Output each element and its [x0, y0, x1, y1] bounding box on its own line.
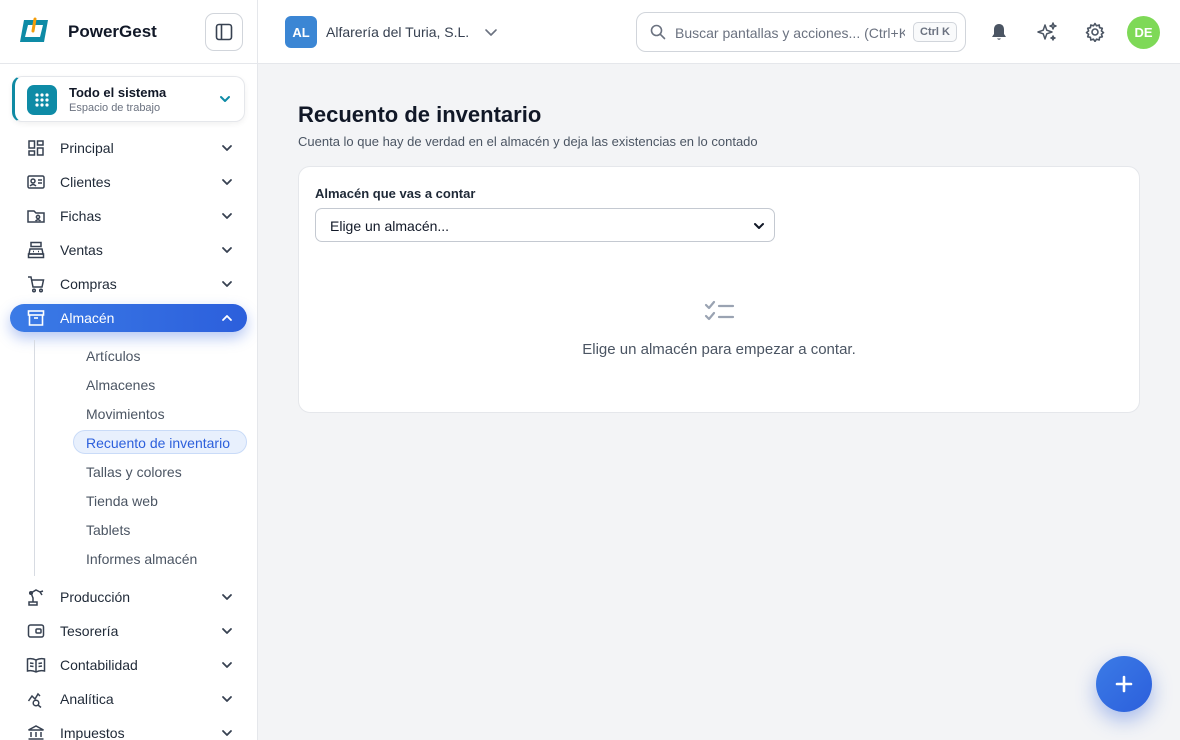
chevron-down-icon [222, 662, 232, 668]
sidebar-item-label: Impuestos [60, 725, 125, 740]
inventory-count-card: Almacén que vas a contar Elige un almacé… [298, 166, 1140, 413]
sidebar-item-tesoreria[interactable]: Tesorería [10, 617, 247, 645]
folder-user-icon [26, 207, 46, 225]
sidebar-panel-icon [215, 23, 233, 41]
sidebar-item-label: Tesorería [60, 623, 119, 639]
subnav-item-recuento-inventario[interactable]: Recuento de inventario [73, 430, 247, 454]
checklist-icon [704, 300, 735, 321]
contact-card-icon [26, 173, 46, 191]
sidebar-item-label: Contabilidad [60, 657, 138, 673]
chevron-down-icon [222, 730, 232, 736]
sidebar-item-produccion[interactable]: Producción [10, 583, 247, 611]
subnav-item-tallas-colores[interactable]: Tallas y colores [73, 459, 247, 483]
sidebar-item-fichas[interactable]: Fichas [10, 202, 247, 230]
chevron-down-icon [222, 628, 232, 634]
cart-icon [26, 275, 46, 293]
subnav-item-tablets[interactable]: Tablets [73, 517, 247, 541]
empty-state-message: Elige un almacén para empezar a contar. [582, 341, 856, 358]
warehouse-select[interactable]: Elige un almacén... [315, 208, 775, 242]
subnav-item-informes-almacen[interactable]: Informes almacén [73, 546, 247, 570]
sidebar-item-label: Clientes [60, 174, 111, 190]
sidebar-item-label: Compras [60, 276, 117, 292]
app-name: PowerGest [68, 22, 157, 41]
search-input[interactable] [675, 23, 905, 43]
sidebar-item-almacen[interactable]: Almacén [10, 304, 247, 332]
page-title: Recuento de inventario [298, 102, 542, 127]
sidebar-item-compras[interactable]: Compras [10, 270, 247, 298]
subnav-item-label: Informes almacén [86, 551, 198, 567]
global-search[interactable]: Ctrl K [636, 12, 966, 52]
chevron-down-icon [222, 213, 232, 219]
workspace-title: Todo el sistema [69, 85, 167, 100]
sidebar: PowerGest Todo el sistema Espacio de tra… [0, 0, 258, 740]
page-subtitle: Cuenta lo que hay de verdad en el almacé… [298, 134, 758, 149]
chevron-down-icon [222, 594, 232, 600]
sidebar-item-label: Ventas [60, 242, 103, 258]
analytics-icon [26, 690, 46, 708]
sidebar-item-clientes[interactable]: Clientes [10, 168, 247, 196]
bank-icon [26, 724, 46, 740]
sidebar-item-impuestos[interactable]: Impuestos [10, 719, 247, 740]
chevron-down-icon [222, 281, 232, 287]
subnav-item-label: Tallas y colores [86, 464, 182, 480]
plus-icon [1115, 675, 1133, 693]
company-avatar: AL [285, 16, 317, 48]
subnav-item-label: Movimientos [86, 406, 165, 422]
chevron-down-icon [754, 223, 764, 229]
sidebar-item-principal[interactable]: Principal [10, 134, 247, 162]
brand-bar: PowerGest [0, 0, 257, 64]
sparkles-icon [1037, 22, 1057, 41]
add-button[interactable] [1096, 656, 1152, 712]
company-name: Alfarería del Turia, S.L. [326, 24, 470, 40]
top-header: AL Alfarería del Turia, S.L. Ctrl K DE [258, 0, 1180, 64]
subnav-guide-line [34, 340, 35, 576]
sidebar-item-label: Producción [60, 589, 131, 605]
grid-icon [27, 85, 57, 115]
workspace-subtitle: Espacio de trabajo [69, 102, 161, 114]
sidebar-item-label: Principal [60, 140, 114, 156]
subnav-item-movimientos[interactable]: Movimientos [73, 401, 247, 425]
subnav-item-label: Artículos [86, 348, 141, 364]
chevron-down-icon [222, 179, 232, 185]
collapse-sidebar-button[interactable] [205, 13, 243, 51]
subnav-item-label: Almacenes [86, 377, 156, 393]
archive-box-icon [26, 309, 46, 327]
sidebar-item-label: Analítica [60, 691, 114, 707]
chevron-down-icon [222, 247, 232, 253]
cash-register-icon [26, 241, 46, 259]
chevron-down-icon [222, 696, 232, 702]
book-icon [26, 656, 46, 674]
subnav-item-label: Recuento de inventario [86, 435, 230, 451]
company-switcher[interactable]: AL Alfarería del Turia, S.L. [285, 16, 499, 48]
ai-assistant-button[interactable] [1035, 20, 1059, 44]
subnav-item-label: Tienda web [86, 493, 158, 509]
user-avatar[interactable]: DE [1127, 16, 1160, 49]
sidebar-item-label: Almacén [60, 310, 115, 326]
search-shortcut-badge: Ctrl K [913, 22, 957, 42]
search-icon [650, 24, 666, 40]
warehouse-field-label: Almacén que vas a contar [315, 186, 476, 201]
chevron-down-icon [222, 145, 232, 151]
wallet-icon [26, 622, 46, 640]
warehouse-select-value: Elige un almacén... [330, 218, 450, 234]
gear-icon [1085, 22, 1105, 42]
powergest-logo-icon [20, 17, 48, 42]
chevron-down-icon [485, 29, 497, 36]
subnav-item-tienda-web[interactable]: Tienda web [73, 488, 247, 512]
bell-icon [992, 24, 1006, 40]
workspace-switcher[interactable]: Todo el sistema Espacio de trabajo [12, 76, 245, 122]
subnav-item-almacenes[interactable]: Almacenes [73, 372, 247, 396]
sidebar-item-label: Fichas [60, 208, 102, 224]
sidebar-item-analitica[interactable]: Analítica [10, 685, 247, 713]
sidebar-item-contabilidad[interactable]: Contabilidad [10, 651, 247, 679]
subnav-item-articulos[interactable]: Artículos [73, 343, 247, 367]
sidebar-item-ventas[interactable]: Ventas [10, 236, 247, 264]
notifications-button[interactable] [987, 20, 1011, 44]
settings-button[interactable] [1083, 20, 1107, 44]
chevron-up-icon [222, 315, 232, 321]
dashboard-icon [26, 139, 46, 157]
subnav-item-label: Tablets [86, 522, 131, 538]
chevron-down-icon [220, 96, 230, 102]
robot-arm-icon [26, 588, 46, 606]
